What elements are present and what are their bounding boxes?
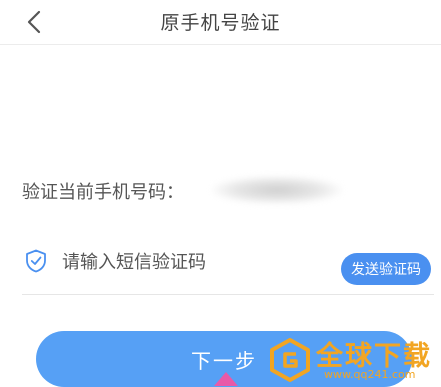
send-code-button[interactable]: 发送验证码 bbox=[341, 253, 431, 285]
verify-phone-label: 验证当前手机号码： bbox=[22, 182, 184, 203]
shield-check-icon bbox=[26, 249, 46, 273]
watermark-url: www.qq241.com bbox=[324, 368, 416, 381]
watermark: 全球下载 www.qq241.com bbox=[268, 332, 440, 386]
phone-number-masked bbox=[212, 176, 342, 204]
header-bar: 原手机号验证 bbox=[0, 0, 441, 45]
watermark-logo-icon bbox=[270, 338, 310, 382]
pointer-arrow-icon bbox=[214, 372, 238, 386]
sms-code-input[interactable] bbox=[60, 244, 324, 280]
page-title: 原手机号验证 bbox=[160, 12, 281, 34]
verify-phone-row: 验证当前手机号码： bbox=[22, 176, 422, 206]
sms-code-row: 发送验证码 bbox=[22, 238, 434, 295]
